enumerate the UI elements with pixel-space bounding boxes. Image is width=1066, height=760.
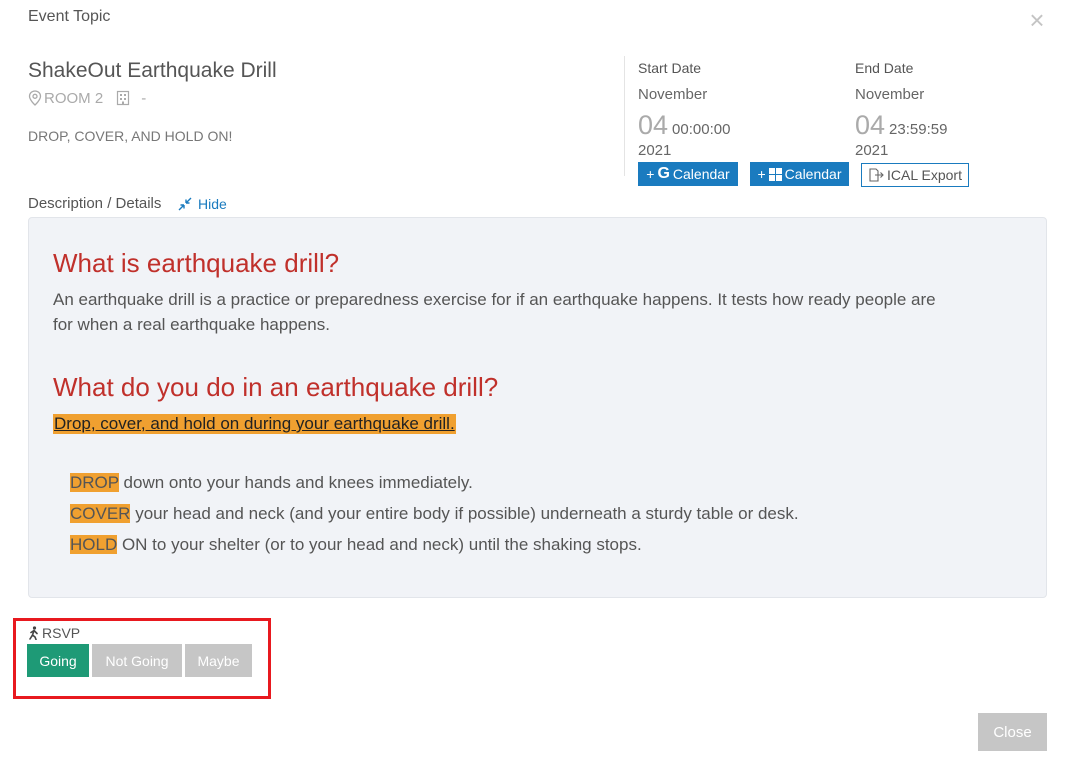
start-date: Start Date November 04 00:00:00 2021	[638, 60, 838, 160]
step-keyword: COVER	[70, 504, 131, 523]
end-date: End Date November 04 23:59:59 2021	[855, 60, 1055, 160]
file-export-icon	[869, 168, 884, 182]
step-cover: COVER your head and neck (and your entir…	[70, 504, 799, 524]
building-name: -	[141, 89, 147, 107]
map-pin-icon	[28, 90, 42, 106]
description-paragraph-line-1: An earthquake drill is a practice or pre…	[53, 290, 936, 309]
hide-description-toggle[interactable]: Hide	[178, 196, 227, 212]
end-day: 04	[855, 110, 886, 140]
google-calendar-plus: +	[646, 166, 655, 182]
hide-label: Hide	[198, 196, 227, 212]
close-button[interactable]: Close	[978, 713, 1047, 751]
description-label: Description / Details	[28, 195, 162, 212]
end-time: 23:59:59	[889, 121, 948, 138]
step-text: ON to your shelter (or to your head and …	[117, 535, 642, 554]
rsvp-title: RSVP	[42, 625, 81, 641]
windows-icon	[768, 167, 782, 181]
step-text: your head and neck (and your entire body…	[130, 504, 799, 523]
step-hold: HOLD ON to your shelter (or to your head…	[70, 535, 642, 555]
google-icon: G	[657, 165, 670, 182]
step-drop: DROP down onto your hands and knees imme…	[70, 473, 473, 493]
end-month: November	[855, 86, 925, 103]
drop-cover-hold-link[interactable]: Drop, cover, and hold on during your ear…	[53, 414, 456, 434]
start-date-label: Start Date	[638, 60, 702, 76]
building-icon	[117, 90, 130, 106]
collapse-icon	[178, 197, 192, 211]
end-year: 2021	[855, 142, 889, 159]
step-text: down onto your hands and knees immediate…	[118, 473, 473, 492]
outlook-calendar-button[interactable]: + Calendar	[750, 162, 849, 186]
rsvp-label: RSVP	[28, 625, 80, 641]
start-time: 00:00:00	[672, 121, 731, 138]
step-keyword: DROP	[70, 473, 119, 492]
google-calendar-label: Calendar	[672, 166, 730, 182]
outlook-calendar-label: Calendar	[784, 166, 842, 182]
rsvp-not-going-button[interactable]: Not Going	[92, 644, 182, 677]
close-icon[interactable]: ×	[1026, 7, 1048, 33]
ical-export-label: ICAL Export	[887, 167, 962, 183]
google-calendar-button[interactable]: + G Calendar	[638, 162, 738, 186]
start-month: November	[638, 86, 708, 103]
start-year: 2021	[638, 142, 672, 159]
date-divider	[624, 56, 625, 176]
description-paragraph-line-2: for when a real earthquake happens.	[53, 315, 330, 334]
step-keyword: HOLD	[70, 535, 118, 554]
start-day: 04	[638, 110, 669, 140]
event-subtitle: DROP, COVER, AND HOLD ON!	[28, 128, 233, 144]
heading-what-is-drill: What is earthquake drill?	[53, 248, 340, 278]
end-date-label: End Date	[855, 60, 914, 76]
modal-title: Event Topic	[28, 8, 111, 25]
ical-export-button[interactable]: ICAL Export	[861, 163, 969, 187]
event-name: ShakeOut Earthquake Drill	[28, 59, 277, 82]
outlook-calendar-plus: +	[757, 166, 766, 182]
event-location: ROOM 2 -	[28, 88, 146, 108]
room-name: ROOM 2	[44, 89, 104, 107]
description-panel: What is earthquake drill? An earthquake …	[28, 217, 1047, 598]
rsvp-going-button[interactable]: Going	[27, 644, 89, 677]
rsvp-maybe-button[interactable]: Maybe	[185, 644, 252, 677]
walking-person-icon	[29, 626, 38, 640]
heading-what-to-do: What do you do in an earthquake drill?	[53, 372, 499, 402]
